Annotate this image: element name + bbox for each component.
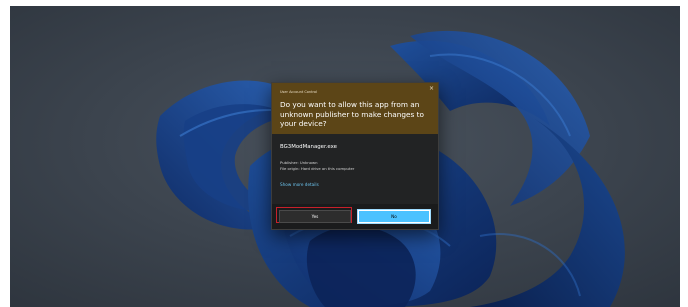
yes-button[interactable]: Yes <box>279 210 351 223</box>
dialog-footer: Yes No <box>272 204 438 229</box>
dialog-title: User Account Control <box>280 90 317 94</box>
publisher-text: Publisher: Unknown <box>280 160 318 165</box>
no-button[interactable]: No <box>357 209 431 224</box>
close-icon[interactable]: × <box>429 86 434 92</box>
file-origin-text: File origin: Hard drive on this computer <box>280 166 355 171</box>
desktop-screen: User Account Control × Do you want to al… <box>10 6 680 307</box>
dialog-header: User Account Control × Do you want to al… <box>272 83 438 134</box>
show-more-details-link[interactable]: Show more details <box>280 182 319 187</box>
dialog-question: Do you want to allow this app from an un… <box>280 100 424 129</box>
uac-dialog: User Account Control × Do you want to al… <box>271 82 439 230</box>
app-name: BG3ModManager.exe <box>280 144 337 150</box>
